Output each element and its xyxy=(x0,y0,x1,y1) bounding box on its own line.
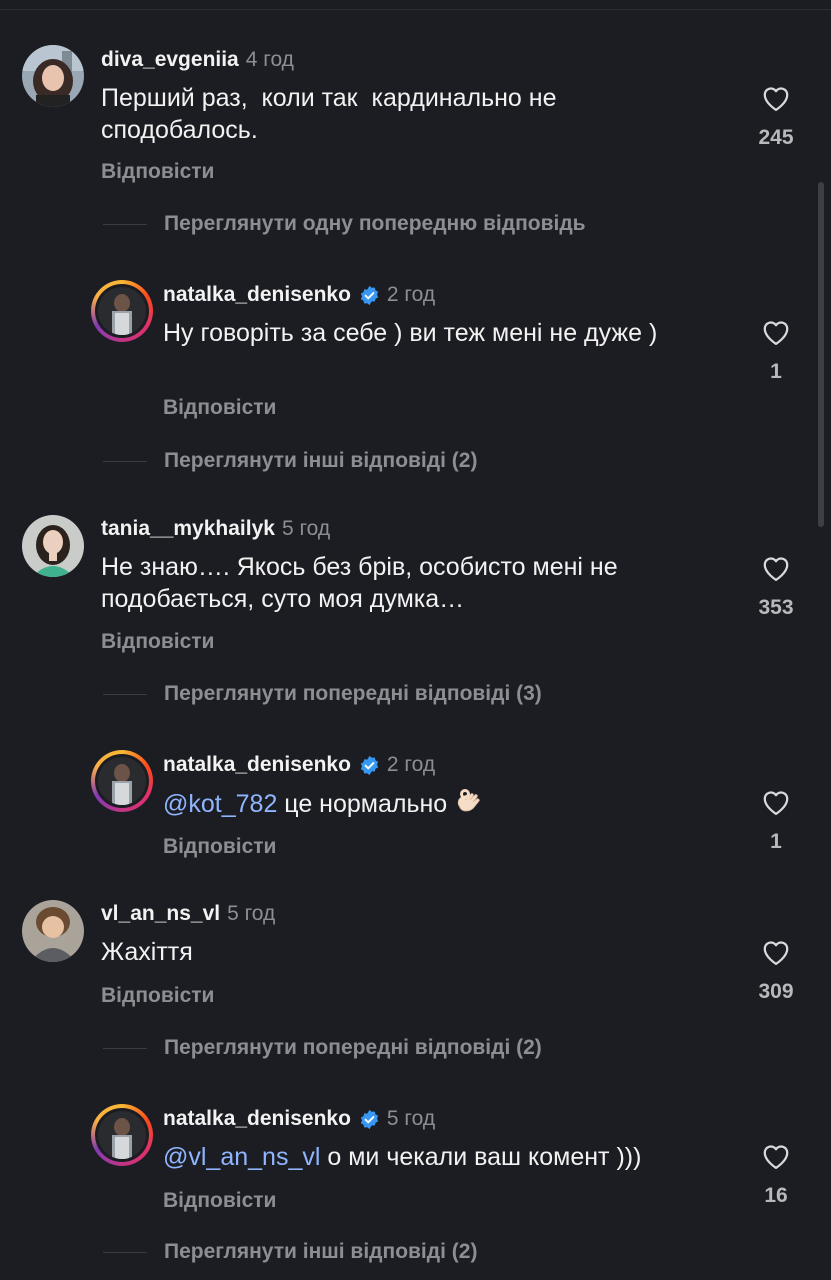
heart-outline-icon xyxy=(763,321,789,345)
comment-text: @vl_an_ns_vl о ми чекали ваш комент ))) xyxy=(163,1141,723,1173)
avatar[interactable] xyxy=(91,280,153,342)
view-replies-button[interactable]: Переглянути інші відповіді (2) xyxy=(103,449,477,473)
like-button[interactable]: 309 xyxy=(746,938,806,1004)
verified-badge-icon xyxy=(360,1109,379,1129)
replies-divider xyxy=(103,223,147,225)
like-count: 353 xyxy=(758,596,794,619)
reply-button[interactable]: Відповісти xyxy=(101,630,214,654)
mention-link[interactable]: @vl_an_ns_vl xyxy=(163,1143,320,1171)
like-count: 309 xyxy=(758,980,794,1003)
heart-outline-icon xyxy=(763,791,789,815)
avatar[interactable] xyxy=(22,900,84,962)
username[interactable]: diva_evgeniia xyxy=(101,48,239,72)
reply-button[interactable]: Відповісти xyxy=(101,160,214,184)
comment-body: це нормально xyxy=(277,790,448,818)
comment-body: о ми чекали ваш комент ))) xyxy=(320,1143,642,1171)
username[interactable]: natalka_denisenko xyxy=(163,753,351,777)
username[interactable]: vl_an_ns_vl xyxy=(101,902,220,926)
view-replies-label: Переглянути одну попередню відповідь xyxy=(164,212,586,235)
reply-button[interactable]: Відповісти xyxy=(163,835,276,859)
like-button[interactable]: 353 xyxy=(746,554,806,620)
like-button[interactable]: 1 xyxy=(746,788,806,854)
replies-divider xyxy=(103,1047,147,1049)
view-replies-label: Переглянути інші відповіді (2) xyxy=(164,1240,478,1263)
view-replies-button[interactable]: Переглянути одну попередню відповідь xyxy=(103,212,586,236)
username[interactable]: natalka_denisenko xyxy=(163,283,351,307)
replies-divider xyxy=(103,460,147,462)
avatar[interactable] xyxy=(22,515,84,577)
view-replies-button[interactable]: Переглянути попередні відповіді (3) xyxy=(103,682,542,706)
timestamp: 2 год xyxy=(386,283,436,306)
comment-text: Жахіття xyxy=(101,938,193,966)
reply-button[interactable]: Відповісти xyxy=(101,984,214,1008)
ok-hand-icon xyxy=(458,789,480,812)
view-replies-button[interactable]: Переглянути інші відповіді (2) xyxy=(103,1240,477,1264)
avatar[interactable] xyxy=(91,750,153,812)
like-count: 1 xyxy=(770,360,782,383)
avatar[interactable] xyxy=(22,45,84,107)
top-divider xyxy=(0,9,831,10)
heart-outline-icon xyxy=(763,87,789,111)
like-button[interactable]: 16 xyxy=(746,1142,806,1208)
view-replies-button[interactable]: Переглянути попередні відповіді (2) xyxy=(103,1036,542,1060)
like-button[interactable]: 245 xyxy=(746,84,806,150)
comment-text: Ну говоріть за себе ) ви теж мені не дуж… xyxy=(163,319,658,347)
heart-outline-icon xyxy=(763,1145,789,1169)
username[interactable]: natalka_denisenko xyxy=(163,1107,351,1131)
view-replies-label: Переглянути інші відповіді (2) xyxy=(164,449,478,472)
reply-button[interactable]: Відповісти xyxy=(163,1189,276,1213)
reply-button[interactable]: Відповісти xyxy=(163,396,276,420)
timestamp: 5 год xyxy=(281,517,331,540)
like-count: 1 xyxy=(770,830,782,853)
verified-badge-icon xyxy=(360,285,379,305)
heart-outline-icon xyxy=(763,941,789,965)
verified-badge-icon xyxy=(360,755,379,775)
comment-text: @kot_782 це нормально xyxy=(163,786,683,820)
comment-text: Не знаю…. Якось без брів, особисто мені … xyxy=(101,553,625,613)
view-replies-label: Переглянути попередні відповіді (3) xyxy=(164,682,542,705)
like-button[interactable]: 1 xyxy=(746,318,806,384)
view-replies-label: Переглянути попередні відповіді (2) xyxy=(164,1036,542,1059)
timestamp: 2 год xyxy=(386,753,436,776)
like-count: 245 xyxy=(758,126,794,149)
replies-divider xyxy=(103,693,147,695)
scrollbar[interactable] xyxy=(818,182,824,527)
username[interactable]: tania__mykhailyk xyxy=(101,517,275,541)
mention-link[interactable]: @kot_782 xyxy=(163,790,277,818)
replies-divider xyxy=(103,1251,147,1253)
heart-outline-icon xyxy=(763,557,789,581)
timestamp: 5 год xyxy=(386,1107,436,1130)
timestamp: 5 год xyxy=(227,902,276,925)
timestamp: 4 год xyxy=(245,48,294,71)
like-count: 16 xyxy=(764,1184,788,1207)
avatar[interactable] xyxy=(91,1104,153,1166)
comment-text: Перший раз, коли так кардинально не спод… xyxy=(101,84,564,144)
